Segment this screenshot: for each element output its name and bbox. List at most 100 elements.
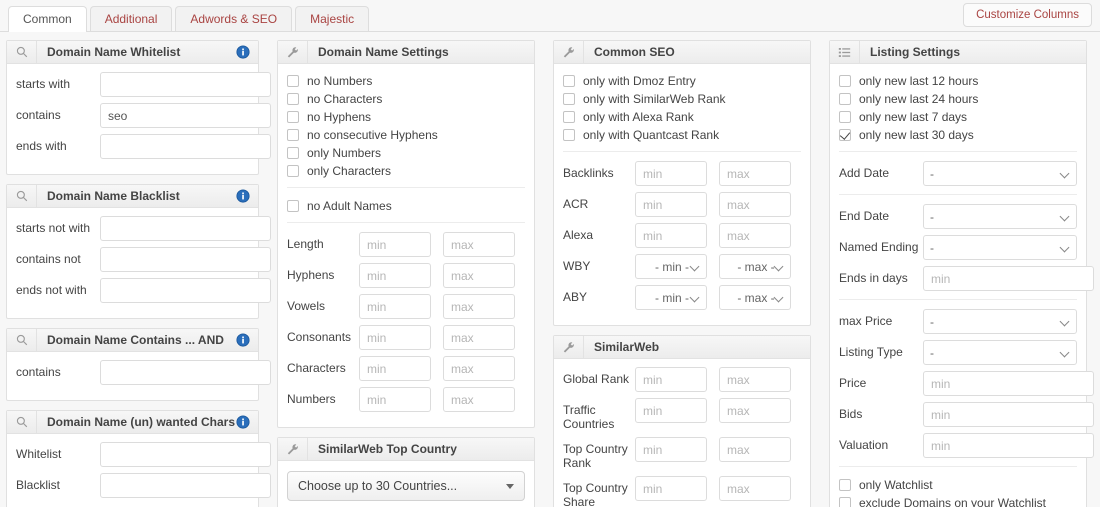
- numbers-min-input[interactable]: [359, 387, 431, 412]
- checkbox-row-quantcast-rank[interactable]: only with Quantcast Rank: [563, 126, 801, 143]
- hyphens-max-input[interactable]: [443, 263, 515, 288]
- chars-blacklist-input[interactable]: [100, 473, 271, 498]
- traffic-countries-min-input[interactable]: [635, 398, 707, 423]
- hyphens-min-input[interactable]: [359, 263, 431, 288]
- checkbox-only-numbers[interactable]: [287, 146, 299, 159]
- customize-columns-button[interactable]: Customize Columns: [963, 3, 1092, 27]
- contains-not-input[interactable]: [100, 247, 271, 272]
- contains-input[interactable]: [100, 103, 271, 128]
- global-rank-max-input[interactable]: [719, 367, 791, 392]
- checkbox-row-last-7-days[interactable]: only new last 7 days: [839, 108, 1077, 125]
- top-country-share-min-input[interactable]: [635, 476, 707, 501]
- checkbox-row-no-adult-names[interactable]: no Adult Names: [287, 197, 525, 214]
- consonants-min-input[interactable]: [359, 325, 431, 350]
- alexa-min-input[interactable]: [635, 223, 707, 248]
- chars-whitelist-input[interactable]: [100, 442, 271, 467]
- listing-type-select[interactable]: -: [923, 340, 1077, 365]
- checkbox-row-last-24-hours[interactable]: only new last 24 hours: [839, 90, 1077, 107]
- top-country-rank-min-input[interactable]: [635, 437, 707, 462]
- checkbox-no-numbers[interactable]: [287, 74, 299, 87]
- max-price-select[interactable]: -: [923, 309, 1077, 334]
- checkbox-no-adult-names[interactable]: [287, 199, 299, 212]
- checkbox-row-only-characters[interactable]: only Characters: [287, 162, 525, 179]
- search-icon: [7, 411, 37, 433]
- panel-similarweb-top-country: SimilarWeb Top Country Choose up to 30 C…: [277, 437, 535, 507]
- checkbox-row-no-characters[interactable]: no Characters: [287, 90, 525, 107]
- checkbox-row-alexa-rank[interactable]: only with Alexa Rank: [563, 108, 801, 125]
- checkbox-only-watchlist[interactable]: [839, 478, 851, 491]
- top-country-share-max-input[interactable]: [719, 476, 791, 501]
- characters-max-input[interactable]: [443, 356, 515, 381]
- checkbox-only-new-last-7-days[interactable]: [839, 110, 851, 123]
- aby-min-select[interactable]: - min -: [635, 285, 707, 310]
- tab-majestic[interactable]: Majestic: [295, 6, 370, 31]
- info-icon[interactable]: [236, 45, 250, 59]
- characters-min-input[interactable]: [359, 356, 431, 381]
- checkbox-only-with-similarweb-rank[interactable]: [563, 92, 575, 105]
- info-icon[interactable]: [236, 189, 250, 203]
- checkbox-no-consecutive-hyphens[interactable]: [287, 128, 299, 141]
- vowels-min-input[interactable]: [359, 294, 431, 319]
- choose-countries-dropdown[interactable]: Choose up to 30 Countries...: [287, 471, 525, 501]
- checkbox-row-similarweb-rank[interactable]: only with SimilarWeb Rank: [563, 90, 801, 107]
- column-domain-settings: Domain Name Settings no Numbers no Chara…: [277, 40, 535, 507]
- traffic-countries-max-input[interactable]: [719, 398, 791, 423]
- backlinks-min-input[interactable]: [635, 161, 707, 186]
- wby-max-select[interactable]: - max -: [719, 254, 791, 279]
- ends-in-days-min-input[interactable]: [923, 266, 1094, 291]
- consonants-max-input[interactable]: [443, 325, 515, 350]
- top-country-rank-max-input[interactable]: [719, 437, 791, 462]
- add-date-select[interactable]: -: [923, 161, 1077, 186]
- info-icon[interactable]: [236, 333, 250, 347]
- length-max-input[interactable]: [443, 232, 515, 257]
- checkbox-only-with-dmoz-entry[interactable]: [563, 74, 575, 87]
- tab-common[interactable]: Common: [8, 6, 87, 32]
- alexa-max-input[interactable]: [719, 223, 791, 248]
- acr-max-input[interactable]: [719, 192, 791, 217]
- checkbox-no-characters[interactable]: [287, 92, 299, 105]
- checkbox-row-exclude-watchlist[interactable]: exclude Domains on your Watchlist: [839, 494, 1077, 507]
- checkbox-only-new-last-30-days[interactable]: [839, 128, 851, 141]
- checkbox-only-characters[interactable]: [287, 164, 299, 177]
- info-icon[interactable]: [236, 415, 250, 429]
- checkbox-row-dmoz-entry[interactable]: only with Dmoz Entry: [563, 72, 801, 89]
- vowels-max-input[interactable]: [443, 294, 515, 319]
- backlinks-max-input[interactable]: [719, 161, 791, 186]
- wby-min-select[interactable]: - min -: [635, 254, 707, 279]
- field-label: Listing Type: [839, 345, 903, 359]
- starts-not-with-input[interactable]: [100, 216, 271, 241]
- wrench-icon: [278, 438, 308, 460]
- checkbox-only-with-alexa-rank[interactable]: [563, 110, 575, 123]
- field-add-date: Add Date -: [839, 161, 1077, 186]
- aby-max-select[interactable]: - max -: [719, 285, 791, 310]
- valuation-min-input[interactable]: [923, 433, 1094, 458]
- end-date-select[interactable]: -: [923, 204, 1077, 229]
- numbers-max-input[interactable]: [443, 387, 515, 412]
- checkbox-only-new-last-24-hours[interactable]: [839, 92, 851, 105]
- ends-with-input[interactable]: [100, 134, 271, 159]
- checkbox-row-last-12-hours[interactable]: only new last 12 hours: [839, 72, 1077, 89]
- ends-not-with-input[interactable]: [100, 278, 271, 303]
- checkbox-row-no-numbers[interactable]: no Numbers: [287, 72, 525, 89]
- global-rank-min-input[interactable]: [635, 367, 707, 392]
- checkbox-row-last-30-days[interactable]: only new last 30 days: [839, 126, 1077, 143]
- contains-and-input[interactable]: [100, 360, 271, 385]
- checkbox-exclude-domains-on-watchlist[interactable]: [839, 496, 851, 507]
- named-ending-select[interactable]: -: [923, 235, 1077, 260]
- length-min-input[interactable]: [359, 232, 431, 257]
- checkbox-row-no-consecutive-hyphens[interactable]: no consecutive Hyphens: [287, 126, 525, 143]
- range-consonants: Consonants: [287, 325, 525, 350]
- checkbox-no-hyphens[interactable]: [287, 110, 299, 123]
- checkbox-row-no-hyphens[interactable]: no Hyphens: [287, 108, 525, 125]
- checkbox-only-new-last-12-hours[interactable]: [839, 74, 851, 87]
- bids-min-input[interactable]: [923, 402, 1094, 427]
- tab-adwords-seo[interactable]: Adwords & SEO: [175, 6, 293, 31]
- price-min-input[interactable]: [923, 371, 1094, 396]
- checkbox-row-only-watchlist[interactable]: only Watchlist: [839, 476, 1077, 493]
- acr-min-input[interactable]: [635, 192, 707, 217]
- checkbox-only-with-quantcast-rank[interactable]: [563, 128, 575, 141]
- panel-header: Domain Name Contains ... AND: [7, 329, 258, 352]
- tab-additional[interactable]: Additional: [89, 6, 173, 31]
- checkbox-row-only-numbers[interactable]: only Numbers: [287, 144, 525, 161]
- starts-with-input[interactable]: [100, 72, 271, 97]
